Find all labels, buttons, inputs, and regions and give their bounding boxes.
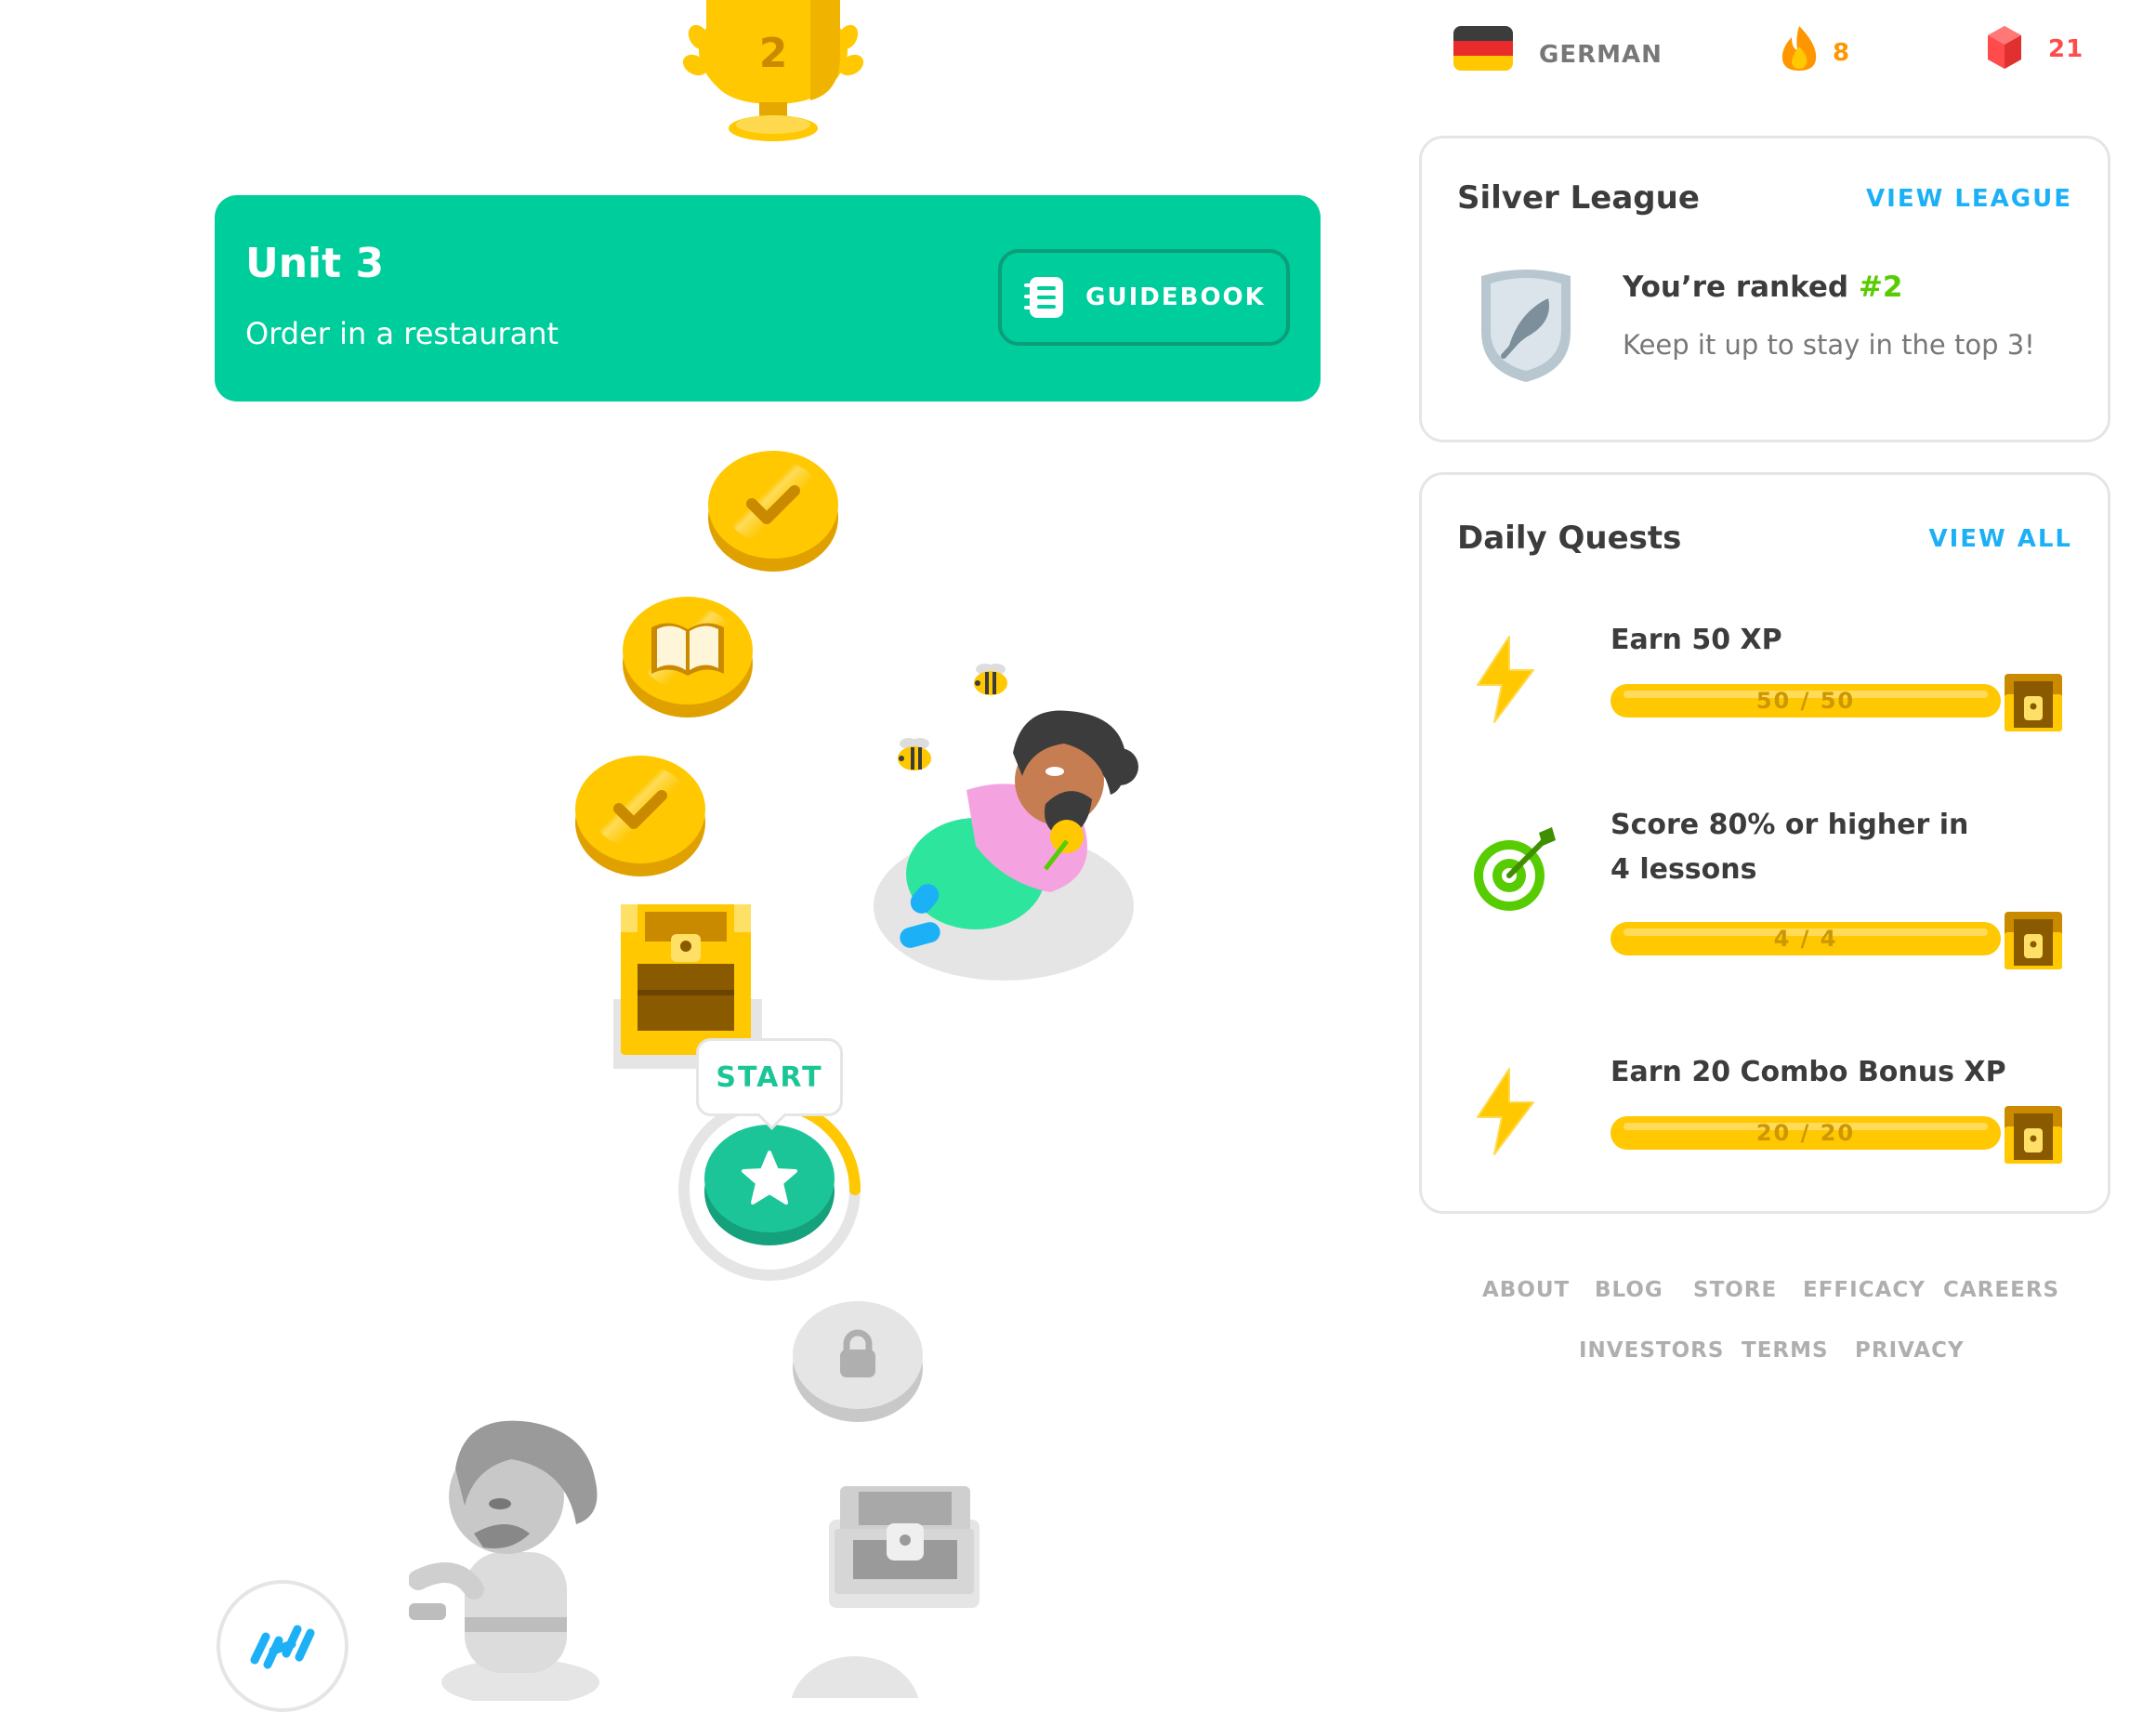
quest-progress-text: 4 / 4 <box>1773 926 1838 952</box>
character-illustration-grey <box>408 1413 623 1705</box>
lightning-icon <box>1477 1068 1534 1155</box>
quest-progress-text: 20 / 20 <box>1755 1120 1856 1146</box>
unit-banner: Unit 3 Order in a restaurant GUIDEBOOK <box>215 195 1321 402</box>
dumbbell-icon <box>250 1625 315 1669</box>
silver-shield-icon <box>1481 270 1571 382</box>
footer-link-blog[interactable]: BLOG <box>1595 1278 1663 1302</box>
locked-lesson-node <box>790 1656 920 1698</box>
trophy-number: 2 <box>758 30 788 77</box>
lightning-icon <box>1477 636 1534 723</box>
quest-progress-text: 50 / 50 <box>1755 688 1856 714</box>
german-flag-icon <box>1453 26 1513 71</box>
lock-icon <box>840 1329 875 1377</box>
top-stats-bar: GERMAN 8 21 <box>1450 19 2100 84</box>
character-illustration-reading <box>864 651 1143 985</box>
guidebook-label: GUIDEBOOK <box>1085 283 1266 311</box>
completed-lesson-node[interactable] <box>708 451 838 559</box>
character-icon <box>874 664 1138 981</box>
unit-subtitle: Order in a restaurant <box>245 316 559 351</box>
gem-count: 21 <box>2048 35 2084 63</box>
trophy: 2 <box>671 0 875 149</box>
streak-counter[interactable]: 8 <box>1775 22 1886 78</box>
view-league-link[interactable]: VIEW LEAGUE <box>1866 185 2072 213</box>
book-icon <box>651 623 724 676</box>
streak-count: 8 <box>1833 39 1851 67</box>
completed-lesson-node[interactable] <box>575 756 705 863</box>
target-icon <box>1474 827 1556 911</box>
rank-prefix: You’re ranked <box>1623 270 1859 304</box>
view-all-link[interactable]: VIEW ALL <box>1928 525 2072 553</box>
flame-icon <box>1781 26 1817 71</box>
start-label: START <box>716 1060 823 1094</box>
practice-weights-button[interactable] <box>217 1580 348 1712</box>
quest-title: Earn 50 XP <box>1610 624 1782 656</box>
checkmark-icon <box>746 485 800 524</box>
footer-link-about[interactable]: ABOUT <box>1482 1278 1570 1302</box>
gem-icon <box>1988 26 2021 69</box>
daily-quests-card: Daily Quests VIEW ALL Earn 50 XP 50 / 50… <box>1419 472 2110 1214</box>
footer-link-careers[interactable]: CAREERS <box>1943 1278 2059 1302</box>
reward-chest-icon <box>2005 912 2062 969</box>
locked-lesson-node <box>793 1301 923 1409</box>
language-name: GERMAN <box>1539 41 1663 69</box>
league-title: Silver League <box>1457 179 1700 217</box>
character-icon <box>408 1420 599 1705</box>
checkmark-icon <box>613 790 667 829</box>
footer-link-investors[interactable]: INVESTORS <box>1579 1338 1724 1363</box>
locked-chest-icon <box>829 1486 979 1608</box>
quest-item: Score 80% or higher in 4 lessons 4 / 4 <box>1422 796 2113 981</box>
notebook-icon <box>1024 277 1064 318</box>
star-icon <box>742 1151 797 1205</box>
locked-chest-node <box>825 1482 983 1608</box>
footer-link-terms[interactable]: TERMS <box>1742 1338 1829 1363</box>
quest-progress-bar: 50 / 50 <box>1610 684 2001 718</box>
quest-item: Earn 50 XP 50 / 50 <box>1422 605 2113 744</box>
rank-number: #2 <box>1858 270 1903 304</box>
footer-link-privacy[interactable]: PRIVACY <box>1855 1338 1965 1363</box>
language-selector[interactable]: GERMAN <box>1450 24 1682 80</box>
quest-title: Earn 20 Combo Bonus XP <box>1610 1056 2006 1088</box>
guidebook-button[interactable]: GUIDEBOOK <box>998 249 1290 350</box>
completed-story-node[interactable] <box>623 597 753 705</box>
league-rank-text: You’re ranked #2 <box>1623 270 1902 304</box>
quest-item: Earn 20 Combo Bonus XP 20 / 20 <box>1422 1037 2113 1177</box>
gems-counter[interactable]: 21 <box>1984 22 2100 78</box>
quest-title: Score 80% or higher in 4 lessons <box>1610 809 1969 886</box>
reward-chest-icon <box>2005 1106 2062 1164</box>
reward-chest-icon <box>2005 674 2062 731</box>
league-card: Silver League VIEW LEAGUE You’re ranked … <box>1419 136 2110 442</box>
league-subtitle: Keep it up to stay in the top 3! <box>1623 329 2035 361</box>
quest-progress-bar: 4 / 4 <box>1610 922 2001 955</box>
footer-link-efficacy[interactable]: EFFICACY <box>1803 1278 1926 1302</box>
unit-title: Unit 3 <box>245 240 385 287</box>
footer-link-store[interactable]: STORE <box>1693 1278 1777 1302</box>
start-tooltip[interactable]: START <box>696 1038 843 1116</box>
quests-title: Daily Quests <box>1457 520 1682 557</box>
current-lesson-node[interactable] <box>704 1125 835 1232</box>
quest-progress-bar: 20 / 20 <box>1610 1116 2001 1150</box>
